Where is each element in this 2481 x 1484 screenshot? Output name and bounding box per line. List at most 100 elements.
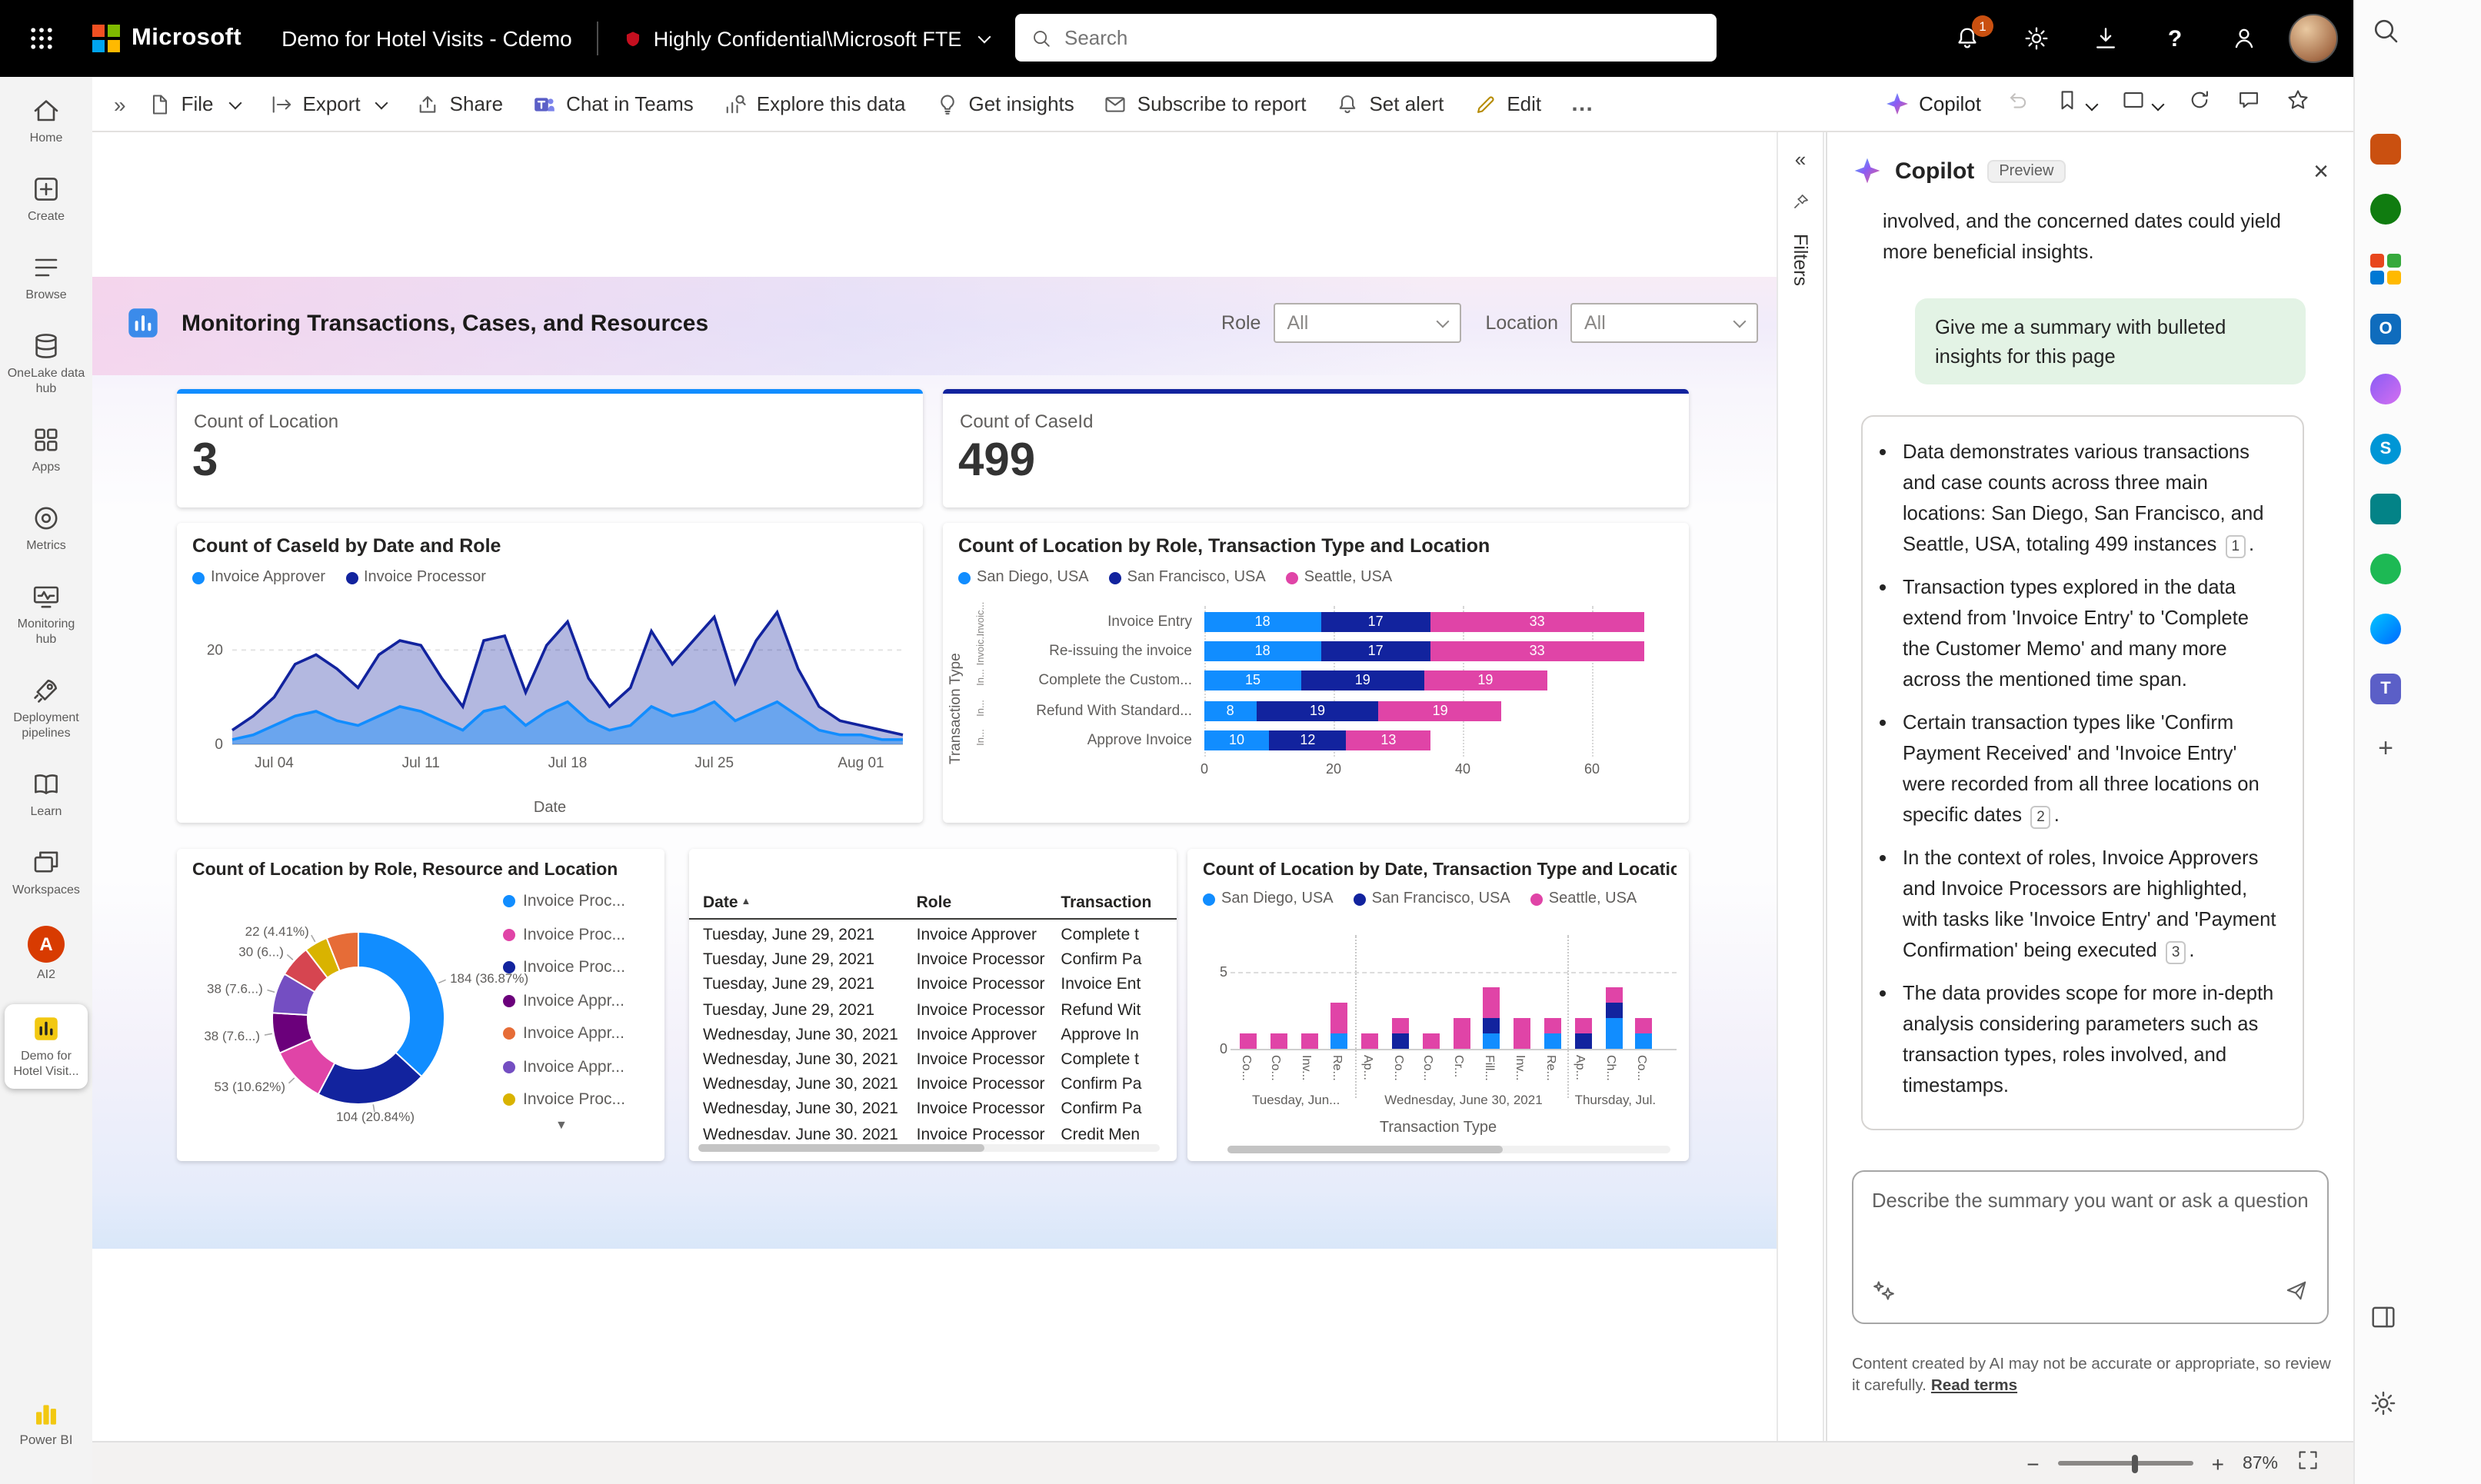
close-copilot-button[interactable]: ×: [2313, 158, 2329, 184]
sidebar-item-home[interactable]: Home: [5, 89, 88, 152]
favorite-button[interactable]: [2286, 88, 2310, 120]
column-segment[interactable]: [1483, 1018, 1500, 1033]
drop-icon[interactable]: [2369, 492, 2403, 526]
bar-segment[interactable]: 10: [1204, 730, 1269, 750]
shopping-icon[interactable]: [2369, 132, 2403, 166]
sensitivity-label[interactable]: Highly Confidential\Microsoft FTE: [623, 27, 991, 50]
location-slicer-dropdown[interactable]: All: [1570, 303, 1758, 343]
column-header-transaction[interactable]: Transaction: [1057, 889, 1177, 918]
sidebar-item-monitoring-hub[interactable]: Monitoring hub: [5, 575, 88, 654]
messenger-icon[interactable]: [2369, 612, 2403, 646]
reference-chip[interactable]: 2: [2030, 806, 2051, 829]
filters-pane-label[interactable]: Filters: [1790, 234, 1811, 286]
toolbar-set-alert-button[interactable]: Set alert: [1335, 92, 1444, 116]
notifications-button[interactable]: 1: [1953, 15, 1993, 52]
column-segment[interactable]: [1240, 1033, 1257, 1049]
column-segment[interactable]: [1635, 1018, 1653, 1033]
toolbar-share-button[interactable]: Share: [416, 92, 503, 116]
add-icon[interactable]: +: [2369, 732, 2403, 766]
teams-icon[interactable]: T: [2369, 672, 2403, 706]
table-row[interactable]: Tuesday, June 29, 2021 Invoice Processor R…: [700, 997, 1177, 1022]
bar-segment[interactable]: 17: [1320, 641, 1430, 662]
legend-item[interactable]: Seattle, USA: [1285, 569, 1392, 586]
side-panel-button[interactable]: [2369, 1303, 2398, 1339]
legend-item[interactable]: Invoice Proc...: [503, 958, 625, 977]
sidebar-item-learn[interactable]: Learn: [5, 763, 88, 826]
column-segment[interactable]: [1392, 1018, 1409, 1033]
stacked-bar-chart-visual[interactable]: Count of Location by Role, Transaction T…: [943, 523, 1689, 823]
column-segment[interactable]: [1514, 1018, 1531, 1049]
legend-item[interactable]: Invoice Appr...: [503, 1024, 625, 1043]
global-search[interactable]: [1015, 14, 1717, 62]
refresh-button[interactable]: [2187, 88, 2212, 120]
toolbar-get-insights-button[interactable]: Get insights: [934, 92, 1074, 116]
microsoft-logo[interactable]: Microsoft: [92, 25, 241, 52]
sidebar-search-button[interactable]: [2369, 15, 2403, 49]
card-count-of-caseid[interactable]: Count of CaseId 499: [943, 389, 1689, 507]
column-header-date[interactable]: Date ▲: [700, 889, 914, 918]
column-segment[interactable]: [1605, 987, 1623, 1003]
bar-segment[interactable]: 33: [1430, 641, 1644, 662]
column-segment[interactable]: [1574, 1033, 1592, 1049]
comments-button[interactable]: [2236, 88, 2261, 120]
bar-segment[interactable]: 19: [1378, 700, 1502, 721]
zoom-slider[interactable]: [2057, 1454, 2193, 1472]
view-button[interactable]: [2121, 88, 2165, 120]
read-terms-link[interactable]: Read terms: [1931, 1378, 2017, 1395]
legend-item[interactable]: Invoice Proc...: [503, 925, 625, 943]
zoom-in-button[interactable]: +: [2212, 1451, 2224, 1476]
column-segment[interactable]: [1605, 1018, 1623, 1049]
table-row[interactable]: Wednesday, June 30, 2021 Invoice Processo…: [700, 1047, 1177, 1072]
copilot-toolbar-button[interactable]: Copilot: [1883, 91, 1981, 117]
column-segment[interactable]: [1453, 1018, 1470, 1049]
column-segment[interactable]: [1483, 987, 1500, 1018]
table-row[interactable]: Wednesday, June 30, 2021 Invoice Processo…: [700, 1097, 1177, 1122]
outlook-icon[interactable]: O: [2369, 312, 2403, 346]
bar-segment[interactable]: 19: [1301, 670, 1424, 691]
column-segment[interactable]: [1392, 1033, 1409, 1049]
horizontal-scrollbar[interactable]: [1227, 1146, 1670, 1153]
people-icon[interactable]: [2369, 192, 2403, 226]
legend-scroll-down-icon[interactable]: ▼: [555, 1118, 568, 1132]
legend-item[interactable]: San Francisco, USA: [1108, 569, 1266, 586]
reference-chip[interactable]: 3: [2165, 941, 2186, 964]
column-segment[interactable]: [1635, 1033, 1653, 1049]
table-row[interactable]: Tuesday, June 29, 2021 Invoice Processor I…: [700, 973, 1177, 997]
undo-button[interactable]: [2006, 88, 2030, 120]
sidebar-item-deployment-pipelines[interactable]: Deployment pipelines: [5, 669, 88, 747]
bar-segment[interactable]: 17: [1320, 612, 1430, 632]
table-row[interactable]: Wednesday, June 30, 2021 Invoice Approver…: [700, 1023, 1177, 1047]
zoom-out-button[interactable]: −: [2026, 1451, 2039, 1476]
column-segment[interactable]: [1330, 1033, 1348, 1049]
bar-segment[interactable]: 12: [1269, 730, 1347, 750]
bar-segment[interactable]: 8: [1204, 700, 1257, 721]
column-segment[interactable]: [1422, 1033, 1440, 1049]
app-launcher-button[interactable]: [15, 12, 68, 65]
table-row[interactable]: Wednesday, June 30, 2021 Invoice Processo…: [700, 1072, 1177, 1096]
toolbar-more-options-button[interactable]: …: [1570, 91, 1595, 117]
role-slicer-dropdown[interactable]: All: [1273, 303, 1461, 343]
download-button[interactable]: [2092, 25, 2120, 52]
copilot-input[interactable]: [1853, 1172, 2327, 1264]
sidebar-item-onelake-data-hub[interactable]: OneLake data hub: [5, 324, 88, 403]
table-visual[interactable]: Date ▲ Role Transaction Tuesday, June 29, 2…: [689, 849, 1177, 1161]
power-bi-logo[interactable]: Power BI: [0, 1401, 92, 1447]
bar-segment[interactable]: 33: [1430, 612, 1644, 632]
bar-segment[interactable]: 15: [1204, 670, 1301, 691]
pin-icon[interactable]: [1790, 192, 1810, 212]
user-avatar[interactable]: [2289, 14, 2338, 63]
legend-item[interactable]: Invoice Appr...: [503, 991, 625, 1010]
toolbar-chat-in-teams-button[interactable]: Chat in Teams: [532, 92, 694, 116]
bar-segment[interactable]: 19: [1424, 670, 1547, 691]
microsoft-365-icon[interactable]: [2369, 252, 2403, 286]
sidebar-item-metrics[interactable]: Metrics: [5, 497, 88, 560]
column-segment[interactable]: [1270, 1033, 1287, 1049]
legend-item[interactable]: Invoice Proc...: [503, 1090, 625, 1109]
sidebar-item-create[interactable]: Create: [5, 168, 88, 231]
column-segment[interactable]: [1361, 1033, 1379, 1049]
toolbar-explore-this-data-button[interactable]: Explore this data: [723, 92, 905, 116]
column-segment[interactable]: [1483, 1033, 1500, 1049]
feedback-button[interactable]: [2230, 25, 2258, 52]
legend-item[interactable]: Invoice Processor: [345, 569, 486, 586]
toolbar-subscribe-to-report-button[interactable]: Subscribe to report: [1104, 92, 1306, 116]
